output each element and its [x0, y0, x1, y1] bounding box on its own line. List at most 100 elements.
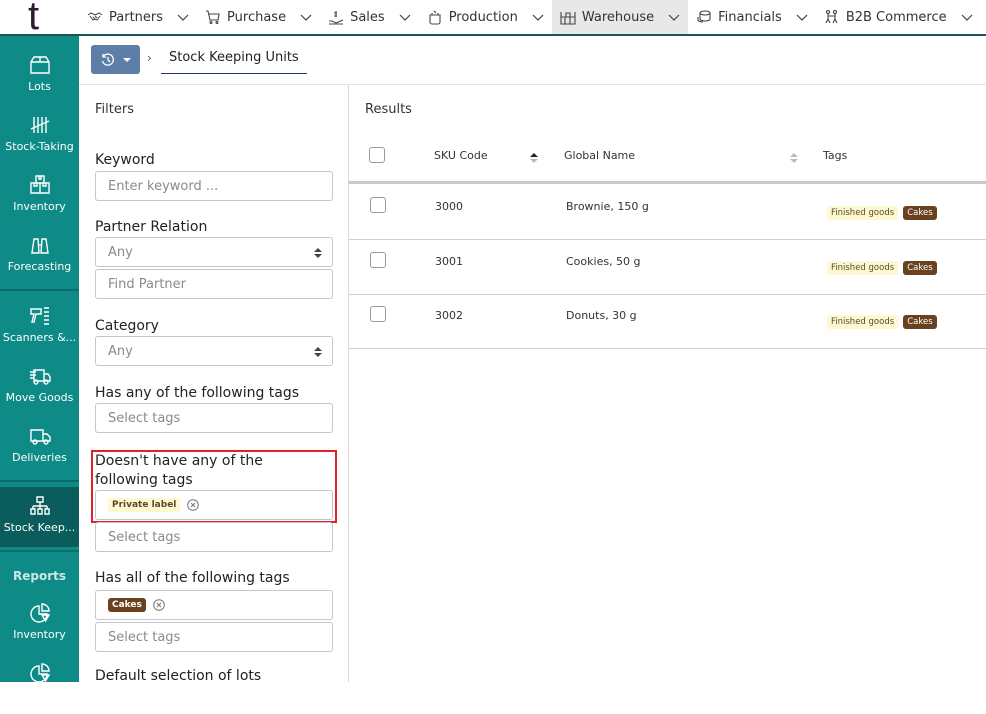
tally-icon: [30, 117, 49, 133]
sidebar-item-label: Inventory: [13, 200, 66, 213]
tags-cell: Finished goods Cakes: [827, 200, 937, 220]
nav-label: Warehouse: [581, 9, 655, 25]
sidebar-item-label: Stock-Taking: [5, 140, 74, 153]
table-header: SKU Code Global Name Tags: [349, 127, 986, 184]
doesnt-have-tags-placeholder: Select tags: [108, 529, 181, 545]
find-partner-placeholder: Find Partner: [108, 276, 187, 292]
hierarchy-icon: [29, 496, 50, 515]
sidebar-item-inventory[interactable]: Inventory: [0, 166, 79, 226]
column-header-global-name[interactable]: Global Name: [564, 149, 635, 162]
sidebar-item-report-2[interactable]: [0, 654, 79, 714]
doesnt-have-tags-input[interactable]: Select tags: [95, 522, 333, 552]
handshake-icon: [87, 9, 103, 25]
select-arrows-icon: [314, 248, 322, 258]
partner-relation-select[interactable]: Any: [95, 237, 333, 267]
global-name-cell: Brownie, 150 g: [566, 200, 649, 213]
chevron-down-icon[interactable]: [177, 11, 189, 23]
row-checkbox[interactable]: [370, 306, 386, 322]
nav-warehouse[interactable]: Warehouse: [551, 0, 689, 34]
tag-chip: Finished goods: [827, 206, 899, 220]
scanner-icon: [29, 307, 49, 325]
chevron-down-icon[interactable]: [961, 11, 973, 23]
sidebar-item-lots[interactable]: Lots: [0, 46, 79, 106]
row-checkbox[interactable]: [370, 252, 386, 268]
has-any-tags-input[interactable]: Select tags: [95, 403, 333, 433]
partner-relation-label: Partner Relation: [95, 219, 208, 235]
sku-code-cell: 3002: [435, 309, 463, 322]
sidebar-divider: [0, 289, 79, 291]
pie-chart-icon: [29, 663, 50, 683]
has-all-tags-selected[interactable]: Cakes: [95, 590, 333, 620]
nav-financials[interactable]: Financials: [688, 0, 816, 34]
chevron-down-icon[interactable]: [399, 11, 411, 23]
nav-partners[interactable]: Partners: [79, 0, 197, 34]
tag-chip: Finished goods: [827, 261, 899, 275]
table-row[interactable]: 3002 Donuts, 30 g Finished goods Cakes: [349, 294, 986, 349]
main-menu: Partners Purchase Sales Production Wareh…: [79, 0, 981, 34]
history-dropdown-button[interactable]: [91, 45, 140, 74]
pie-chart-icon: [29, 603, 50, 623]
breadcrumb-current[interactable]: Stock Keeping Units: [161, 50, 307, 74]
nav-label: Production: [448, 9, 518, 25]
app-logo[interactable]: t: [28, 0, 39, 39]
select-all-checkbox[interactable]: [369, 147, 385, 163]
category-select[interactable]: Any: [95, 336, 333, 366]
nav-label: Purchase: [227, 9, 287, 25]
sidebar-item-scanners[interactable]: Scanners &...: [0, 297, 79, 357]
table-row[interactable]: 3000 Brownie, 150 g Finished goods Cakes: [349, 185, 986, 240]
nav-label: Partners: [109, 9, 164, 25]
tags-cell: Finished goods Cakes: [827, 309, 937, 329]
remove-tag-icon[interactable]: [153, 599, 165, 611]
tag-chip: Finished goods: [827, 315, 899, 329]
sales-hand-icon: [328, 9, 344, 25]
nav-b2b-commerce[interactable]: B2B Commerce: [816, 0, 981, 34]
find-partner-input[interactable]: Find Partner: [95, 269, 333, 299]
sort-ascending-icon[interactable]: [530, 152, 538, 164]
history-icon: [101, 52, 114, 66]
has-any-tags-label: Has any of the following tags: [95, 385, 300, 401]
chevron-down-icon[interactable]: [300, 11, 312, 23]
caret-down-icon: [122, 57, 131, 62]
filters-panel: Filters Keyword Enter keyword ... Partne…: [79, 85, 349, 684]
row-checkbox[interactable]: [370, 197, 386, 213]
category-value: Any: [108, 343, 133, 359]
nav-purchase[interactable]: Purchase: [197, 0, 320, 34]
nav-label: B2B Commerce: [845, 9, 947, 25]
sidebar-item-forecasting[interactable]: Forecasting: [0, 226, 79, 286]
nav-sales[interactable]: Sales: [320, 0, 419, 34]
nav-production[interactable]: Production: [419, 0, 552, 34]
sidebar-item-label: Forecasting: [7, 260, 72, 273]
partner-relation-value: Any: [108, 244, 133, 260]
sidebar-item-stock-taking[interactable]: Stock-Taking: [0, 106, 79, 166]
chevron-down-icon[interactable]: [668, 11, 680, 23]
sidebar-item-move-goods[interactable]: Move Goods: [0, 357, 79, 417]
box-icon: [29, 56, 50, 74]
sidebar-item-label: Deliveries: [12, 451, 67, 464]
has-all-tags-label: Has all of the following tags: [95, 570, 290, 586]
keyword-placeholder: Enter keyword ...: [108, 178, 219, 194]
doesnt-have-tags-label: Doesn't have any of the following tags: [95, 453, 263, 488]
column-header-sku-code[interactable]: SKU Code: [434, 149, 488, 162]
chevron-down-icon[interactable]: [532, 11, 544, 23]
boxes-icon: [29, 175, 50, 194]
has-all-tags-input[interactable]: Select tags: [95, 622, 333, 652]
has-all-tags-placeholder: Select tags: [108, 629, 181, 645]
sidebar-section-reports: Reports: [12, 569, 66, 583]
table-row[interactable]: 3001 Cookies, 50 g Finished goods Cakes: [349, 240, 986, 295]
remove-tag-icon[interactable]: [187, 499, 200, 511]
sidebar-item-label: Inventory: [13, 628, 66, 641]
chevron-down-icon[interactable]: [796, 11, 808, 23]
tag-chip: Cakes: [903, 261, 937, 275]
tag-chip: Cakes: [108, 598, 146, 612]
doesnt-have-tags-selected[interactable]: Private label: [95, 490, 333, 520]
keyword-input[interactable]: Enter keyword ...: [95, 171, 333, 201]
sidebar-item-deliveries[interactable]: Deliveries: [0, 417, 79, 477]
sidebar: Lots Stock-Taking Inventory Forecasting …: [0, 36, 79, 683]
sidebar-item-stock-keeping-units[interactable]: Stock Keep...: [0, 487, 79, 547]
sku-code-cell: 3000: [435, 200, 463, 213]
sidebar-item-label: Lots: [28, 80, 51, 93]
sidebar-item-report-inventory[interactable]: Inventory: [0, 594, 79, 654]
sort-icon[interactable]: [790, 152, 798, 164]
sidebar-divider: [0, 480, 79, 482]
breadcrumb-separator: ›: [147, 51, 152, 65]
